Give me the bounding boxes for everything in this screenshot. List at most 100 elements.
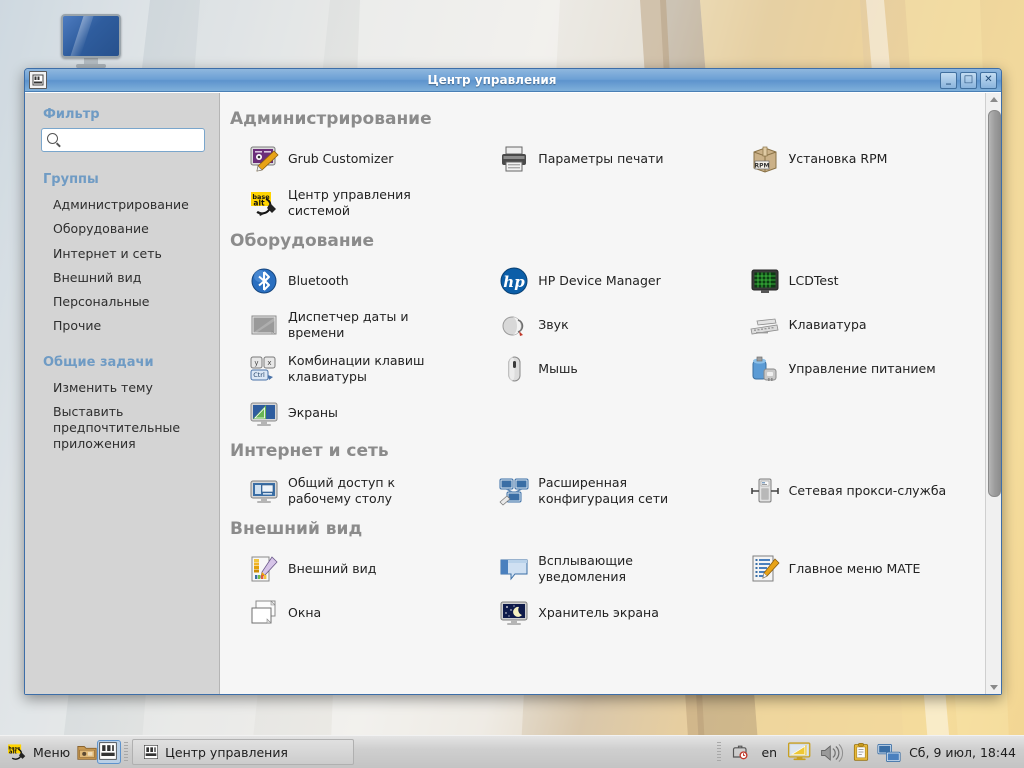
rpm-package-icon: RPM [749,143,781,175]
item-label: Параметры печати [538,151,664,167]
item-windows[interactable]: Окна [226,591,476,635]
clock-text[interactable]: Сб, 9 июл, 18:44 [907,745,1016,760]
sound-icon [498,309,530,341]
network-proxy-icon [749,475,781,507]
sidebar-item-other[interactable]: Прочие [25,314,219,338]
item-mouse[interactable]: Мышь [476,347,726,391]
item-label: Мышь [538,361,578,377]
windows-icon [248,597,280,629]
clipboard-icon[interactable] [851,742,871,762]
item-label: Окна [288,605,322,621]
displays-icon [248,397,280,429]
svg-text:alt: alt [253,199,265,208]
item-system-control-center[interactable]: base alt Центр управления системой [226,181,476,225]
item-datetime-manager[interactable]: Диспетчер даты и времени [226,303,476,347]
filter-heading: Фильтр [43,107,100,122]
item-label: Главное меню MATE [788,561,921,577]
notifications-icon [498,553,530,585]
sidebar-item-hardware[interactable]: Оборудование [25,217,219,241]
network-icon[interactable] [877,742,901,762]
settings-list: Администрирование Grub Customizer Параме… [220,93,985,694]
item-main-menu-mate[interactable]: Главное меню MATE [727,547,977,591]
item-label: LCDTest [788,273,839,289]
sidebar: Фильтр Группы Администрирование Оборудов… [25,93,220,694]
clock-applet-icon[interactable] [731,742,751,762]
task-button-control-center[interactable]: Центр управления [132,739,355,765]
launcher-control-center[interactable] [97,740,122,764]
window-menu-icon[interactable] [29,71,47,89]
datetime-icon [248,309,280,341]
sidebar-item-preferred-apps[interactable]: Выставить предпочтительные приложения [25,400,193,457]
item-bluetooth[interactable]: Bluetooth [226,259,476,303]
item-displays[interactable]: Экраны [226,391,476,435]
search-input[interactable] [41,128,205,152]
volume-icon[interactable] [819,742,845,763]
item-label: Bluetooth [288,273,349,289]
appearance-icon [248,553,280,585]
window-titlebar[interactable]: Центр управления _ □ ✕ [25,69,1001,92]
item-grub-customizer[interactable]: Grub Customizer [226,137,476,181]
sidebar-item-administration[interactable]: Администрирование [25,193,219,217]
basealt-menu-icon: base alt [6,741,28,763]
common-tasks-heading: Общие задачи [43,354,154,370]
item-label: Расширенная конфигурация сети [538,475,669,506]
close-button[interactable]: ✕ [980,71,997,89]
basealt-icon: base alt [248,187,280,219]
sidebar-item-change-theme[interactable]: Изменить тему [25,376,219,400]
svg-text:y: y [254,359,258,367]
maximize-button[interactable]: □ [960,71,977,89]
item-label: Комбинации клавиш клавиатуры [288,353,425,384]
filter-box [41,128,205,152]
item-lcdtest[interactable]: LCDTest [727,259,977,303]
item-screensaver[interactable]: Хранитель экрана [476,591,726,635]
minimize-button[interactable]: _ [940,71,957,89]
item-desktop-sharing[interactable]: Общий доступ к рабочему столу [226,469,476,513]
item-appearance[interactable]: Внешний вид [226,547,476,591]
network-config-icon [498,475,530,507]
panel-separator [124,742,129,762]
vertical-scrollbar[interactable] [985,93,1001,694]
window-title: Центр управления [427,73,557,87]
hp-logo-icon: hp [498,265,530,297]
item-rpm-install[interactable]: RPM Установка RPM [727,137,977,181]
scroll-up-button[interactable] [987,93,1000,106]
sidebar-item-internet[interactable]: Интернет и сеть [25,242,219,266]
window-body: Фильтр Группы Администрирование Оборудов… [25,92,1001,694]
item-power-management[interactable]: Управление питанием [727,347,977,391]
section-grid-appearance: Внешний вид Всплывающие уведомления Глав… [226,547,977,635]
maximize-glyph: □ [963,74,974,85]
desktop-sharing-icon [248,475,280,507]
grub-customizer-icon [248,143,280,175]
item-hp-device-manager[interactable]: hp HP Device Manager [476,259,726,303]
svg-text:Ctrl: Ctrl [253,371,265,379]
item-label: Всплывающие уведомления [538,553,633,584]
item-label: Внешний вид [288,561,377,577]
menu-button[interactable]: base alt Меню [0,738,76,766]
launcher-file-manager[interactable] [76,741,98,763]
taskbar: base alt Меню Центр управления en Сб, 9 … [0,735,1024,768]
scroll-down-button[interactable] [987,681,1000,694]
item-keyboard[interactable]: Клавиатура [727,303,977,347]
scrollbar-track[interactable] [987,106,1001,681]
control-center-window: Центр управления _ □ ✕ Фильтр Группы Адм… [24,68,1002,695]
item-notifications[interactable]: Всплывающие уведомления [476,547,726,591]
item-sound[interactable]: Звук [476,303,726,347]
sidebar-item-appearance[interactable]: Внешний вид [25,266,219,290]
scrollbar-thumb[interactable] [988,110,1001,497]
item-network-proxy[interactable]: Сетевая прокси-служба [727,469,977,513]
display-icon[interactable] [787,741,813,763]
item-keyboard-shortcuts[interactable]: y x Ctrl Комбинации клавиш клавиатуры [226,347,476,391]
screensaver-icon [498,597,530,629]
control-center-icon [143,744,159,760]
keyboard-layout-indicator[interactable]: en [757,745,781,760]
item-label: Хранитель экрана [538,605,659,621]
item-print-settings[interactable]: Параметры печати [476,137,726,181]
item-network-config[interactable]: Расширенная конфигурация сети [476,469,726,513]
svg-text:x: x [267,359,271,367]
menu-label: Меню [33,744,71,760]
sidebar-item-personal[interactable]: Персональные [25,290,219,314]
item-label: HP Device Manager [538,273,661,289]
content-area: Администрирование Grub Customizer Параме… [220,93,1001,694]
tray-separator [717,742,722,762]
section-title-appearance: Внешний вид [230,519,363,539]
